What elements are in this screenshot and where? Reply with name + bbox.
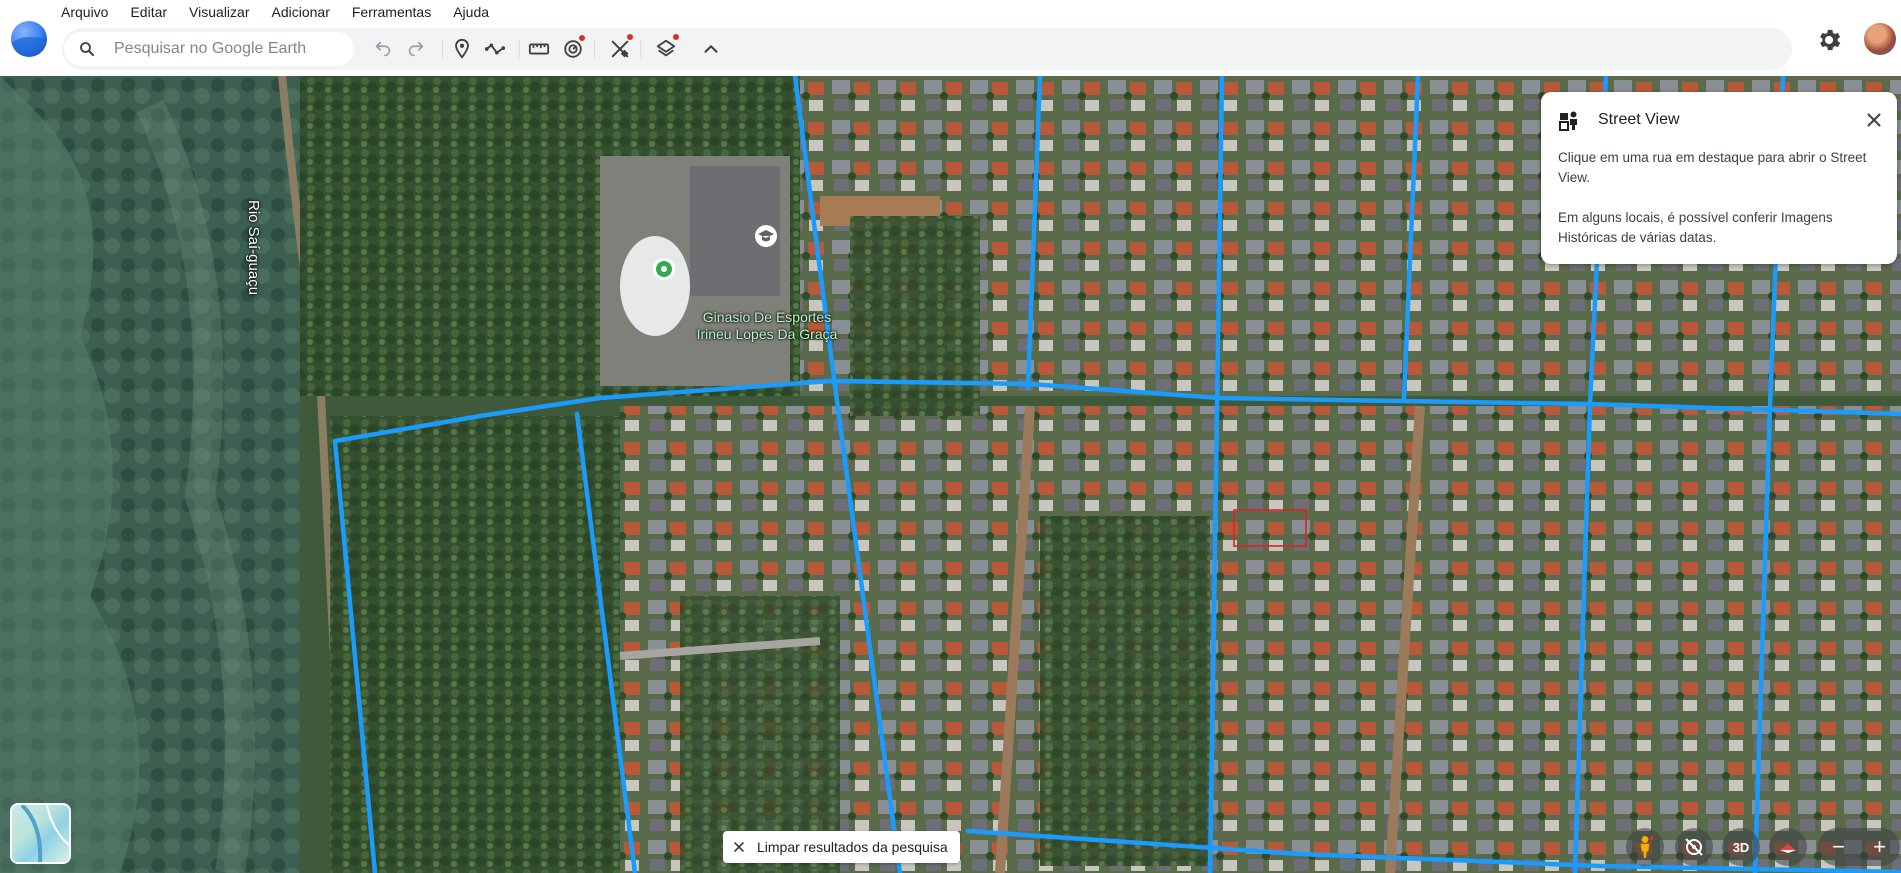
menu-adicionar[interactable]: Adicionar xyxy=(260,0,340,24)
close-icon[interactable] xyxy=(1863,109,1885,131)
toggle-3d-button[interactable]: 3D xyxy=(1722,828,1760,866)
menu-bar: Arquivo Editar Visualizar Adicionar Ferr… xyxy=(50,0,500,24)
path-icon xyxy=(484,43,506,55)
menu-editar[interactable]: Editar xyxy=(119,0,178,24)
clear-search-results-button[interactable]: Limpar resultados da pesquisa xyxy=(723,831,960,863)
close-icon xyxy=(734,842,744,852)
toolbar xyxy=(62,28,1792,70)
tools-button[interactable] xyxy=(606,34,634,63)
place-label-line2: Irineu Lopes Da Graça xyxy=(696,326,838,342)
street-view-description: Clique em uma rua em destaque para abrir… xyxy=(1558,150,1867,185)
pegman-icon xyxy=(1640,835,1654,858)
zoom-out-button[interactable]: − xyxy=(1824,836,1854,858)
timelapse-icon xyxy=(564,40,582,58)
pegman-button[interactable] xyxy=(1626,828,1664,866)
compass-button[interactable] xyxy=(1769,828,1807,866)
measure-button[interactable] xyxy=(525,35,553,63)
undo-button[interactable] xyxy=(369,35,397,63)
zoom-controls: − + xyxy=(1818,828,1900,866)
minimap[interactable] xyxy=(10,803,71,864)
add-placemark-button[interactable] xyxy=(448,35,476,63)
redo-button[interactable] xyxy=(402,35,430,63)
place-marker-icon[interactable] xyxy=(652,257,676,281)
menu-ajuda[interactable]: Ajuda xyxy=(442,0,500,24)
school-marker-icon[interactable] xyxy=(754,224,778,248)
tools-icon xyxy=(611,40,629,58)
map-style-button[interactable] xyxy=(652,34,680,63)
rotate-reset-button[interactable] xyxy=(1675,828,1713,866)
menu-arquivo[interactable]: Arquivo xyxy=(50,0,119,24)
search-icon[interactable] xyxy=(78,40,96,58)
search-input[interactable] xyxy=(112,39,336,59)
rotate-icon xyxy=(1685,838,1703,856)
notification-dot xyxy=(673,34,679,40)
clear-search-results-label: Limpar resultados da pesquisa xyxy=(757,839,948,855)
compass-icon xyxy=(1780,844,1796,853)
place-label[interactable]: Ginasio De Esportes Irineu Lopes Da Graç… xyxy=(682,309,852,343)
layers-icon xyxy=(656,39,676,57)
toolbar-divider xyxy=(519,40,520,58)
avatar[interactable] xyxy=(1864,23,1896,55)
street-view-history-note: Em alguns locais, é possível conferir Im… xyxy=(1558,210,1833,245)
settings-icon[interactable] xyxy=(1815,26,1843,54)
notification-dot xyxy=(579,35,585,41)
timelapse-button[interactable] xyxy=(559,35,587,63)
street-view-title: Street View xyxy=(1598,111,1680,128)
menu-visualizar[interactable]: Visualizar xyxy=(178,0,260,24)
search-box[interactable] xyxy=(64,32,354,66)
toolbar-divider xyxy=(442,40,443,58)
notification-dot xyxy=(627,34,633,40)
place-label-line1: Ginasio De Esportes xyxy=(702,309,832,325)
zoom-in-button[interactable]: + xyxy=(1865,836,1895,858)
minimap-image xyxy=(20,805,69,862)
toolbar-divider xyxy=(594,40,595,58)
street-view-icon xyxy=(1559,111,1577,131)
collapse-icon xyxy=(704,44,718,53)
google-earth-logo[interactable] xyxy=(10,20,48,58)
top-bar: Arquivo Editar Visualizar Adicionar Ferr… xyxy=(0,0,1901,76)
river-label: Rio Saí-guaçu xyxy=(245,200,262,296)
placemark-icon xyxy=(455,38,469,59)
menu-ferramentas[interactable]: Ferramentas xyxy=(341,0,442,24)
ruler-icon xyxy=(528,43,550,55)
undo-icon xyxy=(375,41,391,57)
street-view-panel: Street View Clique em uma rua em destaqu… xyxy=(1541,92,1897,264)
toolbar-divider xyxy=(640,40,641,58)
draw-path-button[interactable] xyxy=(481,35,509,63)
redo-icon xyxy=(408,41,424,57)
collapse-toolbar-button[interactable] xyxy=(697,35,725,63)
